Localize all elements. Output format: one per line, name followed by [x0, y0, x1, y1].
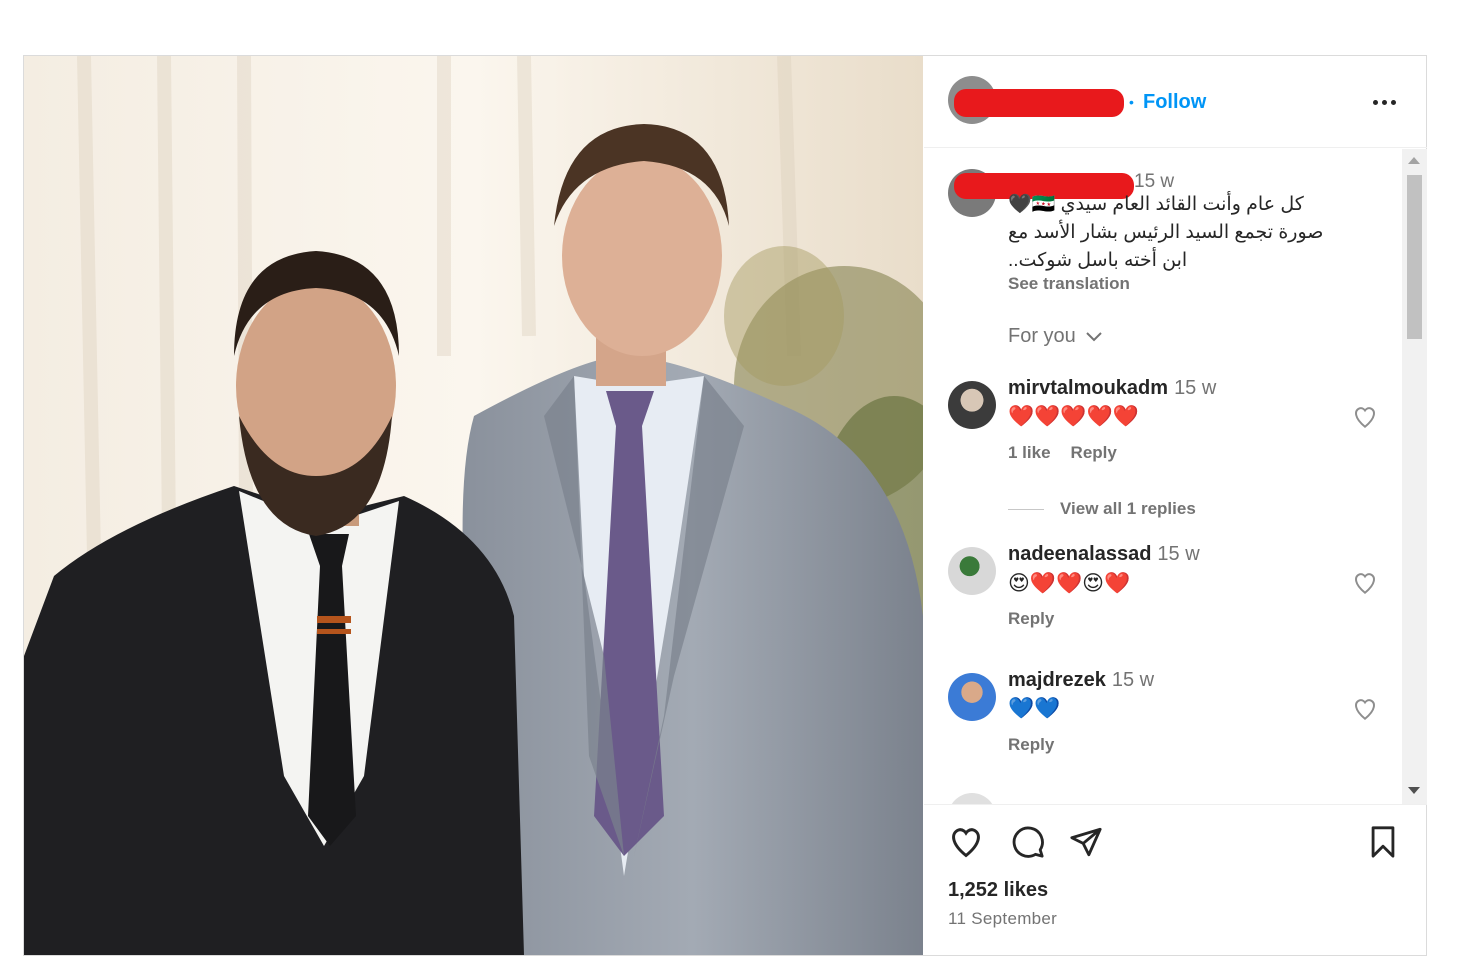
- comment-sort-label: For you: [1008, 325, 1076, 347]
- bookmark-icon[interactable]: [1366, 825, 1400, 859]
- comment-text: 😍❤️❤️😍❤️: [1008, 572, 1131, 595]
- comment-timestamp: 15 w: [1111, 669, 1155, 691]
- username-text: mirvtalmoukadm: [1008, 377, 1169, 399]
- post-side-panel: • Follow 15 w كل عام وأنت القائد العام س…: [924, 56, 1427, 955]
- comment-timestamp: 15 w: [1174, 377, 1217, 399]
- scroll-down-arrow[interactable]: [1408, 787, 1420, 794]
- commenter-avatar[interactable]: [948, 547, 996, 595]
- username-text: majdrezek: [1008, 669, 1106, 691]
- commenter-avatar[interactable]: [948, 381, 996, 429]
- comment-like-heart-icon[interactable]: [1352, 405, 1378, 429]
- scroll-up-arrow[interactable]: [1408, 157, 1420, 164]
- post-header: • Follow: [924, 56, 1427, 148]
- comment-like-heart-icon[interactable]: [1352, 697, 1378, 721]
- comment-like-heart-icon[interactable]: [1352, 571, 1378, 595]
- follow-button[interactable]: Follow: [1143, 91, 1206, 114]
- comment-meta: 1 like Reply: [1008, 443, 1137, 463]
- redaction-bar: [954, 89, 1124, 117]
- commenter-avatar[interactable]: [948, 673, 996, 721]
- comments-scroll-area[interactable]: 15 w كل عام وأنت القائد العام سيدي 🇸🇾🖤 ص…: [924, 149, 1427, 804]
- post-caption: كل عام وأنت القائد العام سيدي 🇸🇾🖤 صورة ت…: [1008, 191, 1353, 275]
- reply-button[interactable]: Reply: [1071, 443, 1117, 462]
- comment-meta: Reply: [1008, 609, 1074, 629]
- post-date[interactable]: 11 September: [948, 909, 1057, 929]
- share-send-icon[interactable]: [1068, 825, 1104, 859]
- post-actions-bar: 1,252 likes 11 September: [924, 804, 1427, 955]
- caption-line: كل عام وأنت القائد العام سيدي 🇸🇾🖤: [1008, 194, 1304, 215]
- separator-dot: •: [1129, 94, 1134, 110]
- caption-timestamp: 15 w: [1134, 171, 1175, 192]
- comment-timestamp: 15 w: [1157, 543, 1200, 565]
- caption-line: ابن أخته باسل شوكت..: [1008, 250, 1188, 271]
- see-translation-link[interactable]: See translation: [1008, 274, 1130, 294]
- commenter-username[interactable]: majdrezek 15 w: [1008, 669, 1154, 692]
- commenter-username[interactable]: nadeenalassad 15 w: [1008, 543, 1200, 566]
- comment-likes-count[interactable]: 1 like: [1008, 443, 1051, 462]
- view-replies-label: View all 1 replies: [1060, 499, 1196, 518]
- chevron-down-icon: [1086, 332, 1103, 342]
- replies-divider-line: [1008, 509, 1044, 511]
- likes-count[interactable]: 1,252 likes: [948, 879, 1048, 902]
- view-replies-button[interactable]: View all 1 replies: [1008, 499, 1196, 519]
- comment-meta: Reply: [1008, 735, 1074, 755]
- reply-button[interactable]: Reply: [1008, 609, 1054, 628]
- commenter-username[interactable]: mirvtalmoukadm 15 w: [1008, 377, 1216, 400]
- post-photo[interactable]: [24, 56, 923, 955]
- instagram-post: • Follow 15 w كل عام وأنت القائد العام س…: [23, 55, 1427, 956]
- comments-scrollbar[interactable]: [1402, 149, 1427, 804]
- like-heart-icon[interactable]: [948, 825, 984, 859]
- comment-text: ❤️❤️❤️❤️❤️: [1008, 405, 1139, 428]
- commenter-avatar-partial[interactable]: [948, 793, 996, 804]
- more-options-icon[interactable]: [1370, 92, 1400, 112]
- comment-text: 💙💙: [1008, 697, 1061, 720]
- caption-line: صورة تجمع السيد الرئيس بشار الأسد مع: [1008, 222, 1324, 243]
- scrollbar-thumb[interactable]: [1407, 175, 1422, 339]
- comment-bubble-icon[interactable]: [1010, 825, 1046, 859]
- post-photo-illustration: [24, 56, 923, 955]
- reply-button[interactable]: Reply: [1008, 735, 1054, 754]
- username-text: nadeenalassad: [1008, 543, 1152, 565]
- comment-sort-dropdown[interactable]: For you: [1008, 325, 1103, 348]
